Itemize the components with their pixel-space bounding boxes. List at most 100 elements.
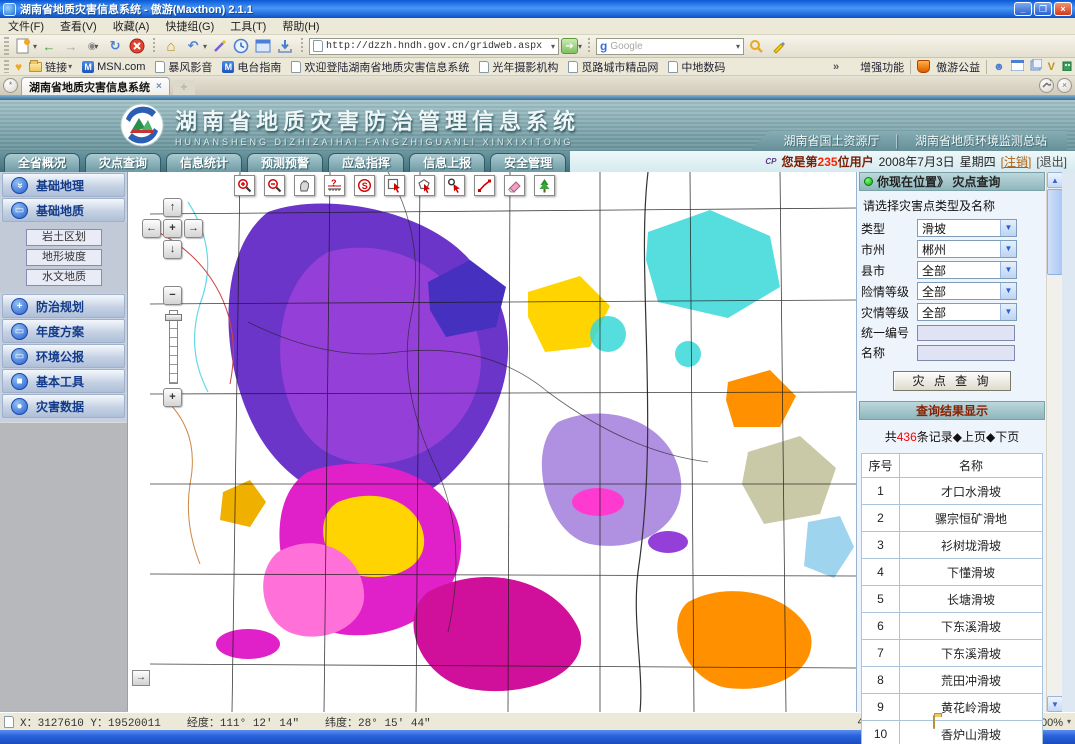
prev-page-link[interactable]: ◆上页 — [953, 430, 986, 444]
menu-view[interactable]: 查看(V) — [52, 17, 105, 35]
building-icon[interactable] — [1061, 59, 1073, 74]
measure-distance-button[interactable]: ? — [324, 175, 345, 196]
go-dropdown-icon[interactable]: ▾ — [578, 42, 582, 51]
chevron-down-icon[interactable]: ▼ — [1000, 241, 1016, 257]
chevron-down-icon[interactable]: ▼ — [1000, 283, 1016, 299]
history-button[interactable] — [231, 37, 251, 56]
tab-bar-close-button[interactable]: × — [1057, 78, 1072, 93]
scroll-up-icon[interactable]: ▲ — [1047, 172, 1063, 188]
pan-up-button[interactable]: ↑ — [163, 198, 182, 217]
search-icon[interactable] — [746, 37, 766, 56]
result-row[interactable]: 7下东溪滑坡 — [862, 640, 1043, 667]
close-button[interactable]: × — [1054, 2, 1072, 16]
center-button[interactable]: + — [163, 219, 182, 238]
sidebar-item-disaster-data[interactable]: ● 灾害数据 — [2, 394, 125, 418]
scroll-thumb[interactable] — [1047, 189, 1063, 275]
tab-emergency-command[interactable]: 应急指挥 — [328, 153, 404, 172]
tab-close-icon[interactable]: × — [156, 81, 162, 92]
tab-disaster-query[interactable]: 灾点查询 — [85, 153, 161, 172]
disaster-query-button[interactable]: 灾 点 查 询 — [893, 371, 1011, 391]
back-button[interactable]: ← — [39, 37, 59, 56]
go-button[interactable]: ➔ — [561, 38, 578, 54]
sidebar-item-prevention-plan[interactable]: + 防治规划 — [2, 294, 125, 318]
sidebar-item-annual-plan[interactable]: ▭ 年度方案 — [2, 319, 125, 343]
result-row[interactable]: 3衫树垅滑坡 — [862, 532, 1043, 559]
wand-button[interactable] — [209, 37, 229, 56]
tab-info-report[interactable]: 信息上报 — [409, 153, 485, 172]
name-input[interactable] — [917, 345, 1015, 361]
home-button[interactable]: ⌂ — [161, 37, 181, 56]
links-folder[interactable]: 链接 ▾ — [26, 59, 75, 75]
link-photo[interactable]: 光年摄影机构 — [476, 59, 561, 75]
link-msn[interactable]: MMSN.com — [79, 61, 148, 73]
zoom-in-button[interactable] — [234, 175, 255, 196]
sidebar-item-basic-tools[interactable]: ■ 基本工具 — [2, 369, 125, 393]
minimize-button[interactable]: _ — [1014, 2, 1032, 16]
refresh-button[interactable]: ↻ — [105, 37, 125, 56]
scroll-down-icon[interactable]: ▼ — [1047, 696, 1063, 712]
new-page-button[interactable] — [13, 37, 33, 56]
tab-statistics[interactable]: 信息统计 — [166, 153, 242, 172]
user-icon[interactable]: ☻ — [993, 61, 1005, 73]
result-row[interactable]: 2骡宗恒矿滑地 — [862, 505, 1043, 532]
city-select[interactable]: 郴州▼ — [917, 240, 1017, 258]
result-row[interactable]: 1才口水滑坡 — [862, 478, 1043, 505]
result-row[interactable]: 9黄花岭滑坡 — [862, 694, 1043, 721]
pan-left-button[interactable]: ← — [142, 219, 161, 238]
chevron-down-icon[interactable]: ▼ — [1000, 262, 1016, 278]
sub-item-terrain-slope[interactable]: 地形坡度 — [26, 249, 102, 266]
link-welcome[interactable]: 欢迎登陆湖南省地质灾害信息系统 — [288, 59, 472, 75]
restore-button[interactable]: ❐ — [1034, 2, 1052, 16]
tab-tools-button[interactable] — [1039, 78, 1054, 93]
links-overflow-button[interactable]: » — [833, 61, 839, 73]
charity-button[interactable]: 傲游公益 — [936, 59, 980, 75]
sidebar-item-base-geology[interactable]: ▭ 基础地质 — [2, 198, 125, 222]
pan-down-button[interactable]: ↓ — [163, 240, 182, 259]
county-select[interactable]: 全部▼ — [917, 261, 1017, 279]
url-text[interactable]: http://dzzh.hndh.gov.cn/gridweb.aspx — [326, 41, 550, 52]
chevron-down-icon[interactable]: ▼ — [1000, 220, 1016, 236]
sub-item-rock-zoning[interactable]: 岩土区划 — [26, 229, 102, 246]
exit-link[interactable]: [退出] — [1036, 153, 1067, 170]
type-select[interactable]: 滑坡▼ — [917, 219, 1017, 237]
undo-button[interactable]: ↶ — [183, 37, 203, 56]
search-placeholder[interactable]: Google — [610, 41, 735, 52]
zoom-slider-thumb[interactable] — [165, 314, 182, 321]
highlight-icon[interactable] — [768, 37, 788, 56]
result-row[interactable]: 5长塘滑坡 — [862, 586, 1043, 613]
plugin-features-button[interactable]: 增强功能 — [860, 59, 904, 75]
point-query-button[interactable] — [444, 175, 465, 196]
url-dropdown-icon[interactable]: ▾ — [551, 42, 555, 51]
sub-item-hydrogeology[interactable]: 水文地质 — [26, 269, 102, 286]
zoom-dropdown-icon[interactable]: ▾ — [1067, 717, 1071, 726]
sidebar-item-env-bulletin[interactable]: ▭ 环境公报 — [2, 344, 125, 368]
folder-status-icon[interactable] — [933, 716, 935, 728]
panel-scrollbar[interactable]: ▲ ▼ — [1046, 172, 1062, 712]
menu-groups[interactable]: 快捷组(G) — [157, 17, 222, 35]
stop-button[interactable] — [127, 37, 147, 56]
eraser-button[interactable] — [504, 175, 525, 196]
link-land-resources[interactable]: 湖南省国土资源厅 — [783, 131, 879, 151]
map-viewport[interactable]: ? S ↑ ← + → ↓ − + → — [128, 172, 856, 712]
address-bar[interactable]: http://dzzh.hndh.gov.cn/gridweb.aspx ▾ — [309, 38, 559, 55]
sidebar-item-base-geography[interactable]: » 基础地理 — [2, 173, 125, 197]
tab-security-admin[interactable]: 安全管理 — [490, 153, 566, 172]
zoom-out-button[interactable] — [264, 175, 285, 196]
new-page-dropdown-icon[interactable]: ▾ — [33, 42, 37, 51]
pan-button[interactable] — [294, 175, 315, 196]
notes-icon[interactable] — [1030, 59, 1042, 74]
result-row[interactable]: 10香炉山滑坡 — [862, 721, 1043, 744]
undo-dropdown-icon[interactable]: ▾ — [203, 42, 207, 51]
logout-link[interactable]: [注销] — [1001, 153, 1032, 170]
menu-tools[interactable]: 工具(T) — [222, 17, 274, 35]
link-city[interactable]: 觅路城市精品网 — [565, 59, 661, 75]
chevron-down-icon[interactable]: ▼ — [1000, 304, 1016, 320]
menu-file[interactable]: 文件(F) — [0, 17, 52, 35]
next-page-link[interactable]: ◆下页 — [986, 430, 1019, 444]
window-icon[interactable] — [1011, 60, 1024, 74]
unified-id-input[interactable] — [917, 325, 1015, 341]
link-baofeng[interactable]: 暴风影音 — [152, 59, 215, 75]
charity-shield-icon[interactable] — [917, 60, 930, 73]
layer-tree-button[interactable] — [534, 175, 555, 196]
link-geo-monitor[interactable]: 湖南省地质环境监测总站 — [915, 131, 1047, 151]
